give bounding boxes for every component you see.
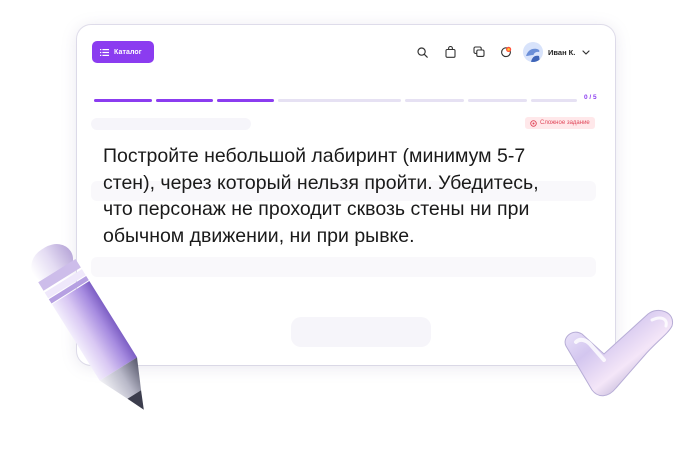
user-name: Иван К. — [548, 47, 576, 57]
difficulty-icon — [530, 119, 537, 127]
catalog-button[interactable]: Каталог — [92, 41, 154, 63]
chat-icon[interactable] — [472, 45, 486, 59]
progress-segment-6 — [468, 98, 527, 102]
placeholder-button — [291, 317, 431, 347]
checkmark-illustration — [564, 310, 674, 397]
progress-segment-2 — [156, 98, 213, 102]
bag-icon[interactable] — [443, 45, 457, 59]
stage: Каталог Иван К. 0 / 5 Сложное задание По… — [0, 0, 700, 456]
header: Каталог Иван К. — [77, 25, 615, 81]
menu-icon — [100, 48, 109, 56]
notification-icon[interactable] — [499, 45, 513, 59]
progress-segment-3 — [217, 98, 274, 102]
progress-segment-1 — [94, 98, 152, 102]
search-icon[interactable] — [415, 45, 429, 59]
progress-counter: 0 / 5 — [584, 94, 597, 101]
progress-segment-7 — [531, 98, 577, 102]
progress-bar — [94, 97, 600, 103]
pencil-illustration — [31, 244, 144, 410]
difficulty-label: Сложное задание — [540, 120, 590, 126]
user-profile[interactable]: Иван К. — [523, 41, 590, 63]
chevron-down-icon — [582, 49, 590, 55]
difficulty-badge: Сложное задание — [525, 117, 595, 129]
progress-segment-5 — [405, 98, 464, 102]
progress-segment-4 — [278, 98, 401, 102]
catalog-label: Каталог — [114, 48, 142, 56]
avatar — [523, 42, 543, 62]
placeholder-block — [91, 118, 251, 130]
